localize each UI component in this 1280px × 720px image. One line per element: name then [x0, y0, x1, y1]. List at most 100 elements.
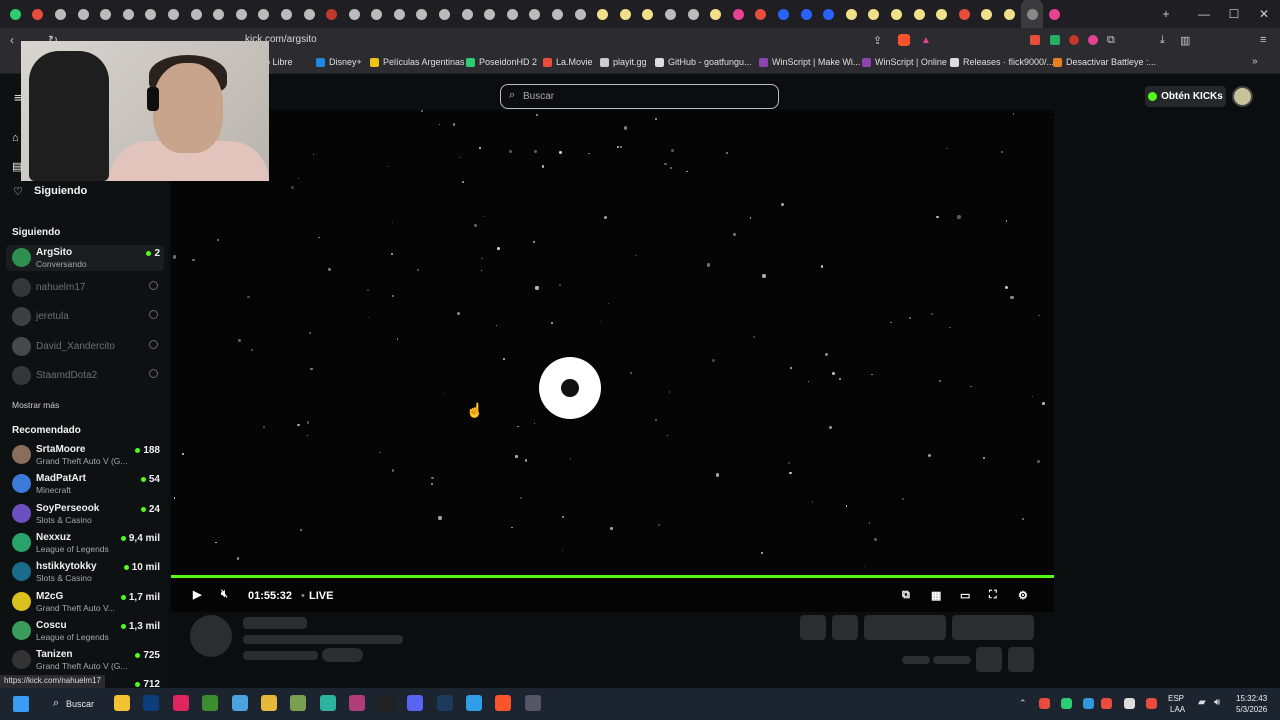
user-avatar[interactable] — [1232, 86, 1253, 107]
browser-tab[interactable] — [72, 0, 95, 28]
volume-icon[interactable]: 🔊︎ — [1214, 697, 1220, 708]
following-channel[interactable]: StaamdDota2 — [6, 363, 164, 389]
extension-icon[interactable] — [1050, 35, 1060, 45]
browser-tab[interactable] — [320, 0, 343, 28]
brave-icon[interactable] — [495, 695, 511, 711]
app-icon[interactable] — [349, 695, 365, 711]
browser-tab[interactable] — [207, 0, 230, 28]
browser-tab[interactable] — [411, 0, 434, 28]
brave-rewards-icon[interactable]: ▲ — [921, 35, 931, 46]
menu-icon[interactable]: ≡ — [1260, 34, 1266, 46]
bookmark-item[interactable]: Releases · flick9000/... — [950, 57, 1054, 67]
app-icon[interactable] — [261, 695, 277, 711]
browser-tab[interactable] — [117, 0, 140, 28]
browser-tab[interactable] — [795, 0, 818, 28]
app-icon[interactable] — [320, 695, 336, 711]
minimize-button[interactable]: — — [1188, 0, 1220, 28]
bookmark-item[interactable]: Disney+ — [316, 57, 362, 67]
bookmark-item[interactable]: La.Movie — [543, 57, 593, 67]
browser-tab[interactable] — [817, 0, 840, 28]
browser-tab[interactable] — [1043, 0, 1066, 28]
new-tab-button[interactable]: + — [1150, 0, 1182, 28]
tray-icon[interactable] — [1101, 698, 1112, 709]
recommended-channel[interactable]: SrtaMoore Grand Theft Auto V (G... 188 — [6, 442, 164, 468]
back-icon[interactable]: ‹ — [10, 33, 14, 47]
browser-tab[interactable] — [885, 0, 908, 28]
browser-tab[interactable] — [501, 0, 524, 28]
sidebar-toggle-icon[interactable]: ▥ — [1180, 34, 1190, 47]
bookmark-item[interactable]: Películas Argentinas — [370, 57, 465, 67]
browser-tab[interactable] — [976, 0, 999, 28]
tray-icon[interactable] — [1039, 698, 1050, 709]
bookmark-item[interactable]: playit.gg — [600, 57, 647, 67]
browser-tab[interactable] — [478, 0, 501, 28]
browser-tab[interactable] — [49, 0, 72, 28]
bookmark-item[interactable]: WinScript | Make Wi... — [759, 57, 860, 67]
download-icon[interactable]: ⤓ — [1160, 34, 1165, 47]
following-channel[interactable]: ArgSito Conversando 2 — [6, 245, 164, 271]
get-kicks-button[interactable]: Obtén KICKs — [1145, 86, 1226, 107]
extension-icon[interactable] — [1030, 35, 1040, 45]
steam-icon[interactable] — [437, 695, 453, 711]
recommended-channel[interactable]: M2cG Grand Theft Auto V... 1,7 mil — [6, 589, 164, 615]
recommended-channel[interactable]: hstikkytokky Slots & Casino 10 mil — [6, 559, 164, 585]
brave-shields-icon[interactable] — [898, 34, 910, 46]
recommended-channel[interactable]: Tanizen Grand Theft Auto V (G... 725 — [6, 647, 164, 673]
browser-tab[interactable] — [343, 0, 366, 28]
bookmark-item[interactable]: Desactivar Battleye :... — [1053, 57, 1156, 67]
browser-tab[interactable] — [704, 0, 727, 28]
minecraft-icon[interactable] — [202, 695, 218, 711]
browser-tab[interactable] — [930, 0, 953, 28]
browser-tab[interactable] — [591, 0, 614, 28]
tray-overflow-icon[interactable]: ⌃ — [1019, 698, 1027, 709]
active-tab[interactable] — [1020, 0, 1044, 28]
browser-tab[interactable] — [433, 0, 456, 28]
discord-icon[interactable] — [407, 695, 423, 711]
share-icon[interactable]: ⇪ — [873, 34, 882, 47]
recommended-channel[interactable]: MadPatArt Minecraft 54 — [6, 471, 164, 497]
browser-tab[interactable] — [953, 0, 976, 28]
windows-start-icon[interactable] — [13, 696, 29, 712]
browser-tab[interactable] — [524, 0, 547, 28]
settings-gear-icon[interactable]: ⚙ — [1018, 589, 1028, 602]
extension-icon[interactable] — [1088, 35, 1098, 45]
browser-tab[interactable] — [750, 0, 773, 28]
following-channel[interactable]: jeretula — [6, 304, 164, 330]
app-icon[interactable] — [232, 695, 248, 711]
browser-tab[interactable] — [27, 0, 50, 28]
browser-tab[interactable] — [637, 0, 660, 28]
pip-icon[interactable]: ⧉ — [902, 589, 910, 602]
recommended-channel[interactable]: Nexxuz League of Legends 9,4 mil — [6, 530, 164, 556]
app-icon[interactable] — [173, 695, 189, 711]
clip-icon[interactable]: ▦ — [931, 589, 941, 602]
browser-tab[interactable] — [275, 0, 298, 28]
browser-tab[interactable] — [366, 0, 389, 28]
browser-tab[interactable] — [659, 0, 682, 28]
bookmark-item[interactable]: PoseidonHD 2 — [466, 57, 537, 67]
browser-tab[interactable] — [863, 0, 886, 28]
tray-icon[interactable] — [1083, 698, 1094, 709]
browser-tab[interactable] — [185, 0, 208, 28]
maximize-button[interactable]: ☐ — [1218, 0, 1250, 28]
app-icon[interactable] — [525, 695, 541, 711]
theater-mode-icon[interactable]: ▭ — [960, 589, 970, 602]
browser-tab[interactable] — [682, 0, 705, 28]
bookmark-item[interactable]: GitHub - goatfungu... — [655, 57, 752, 67]
bookmarks-overflow-icon[interactable]: » — [1252, 56, 1258, 67]
browser-tab[interactable] — [772, 0, 795, 28]
browser-tab[interactable] — [614, 0, 637, 28]
video-player[interactable] — [171, 110, 1054, 576]
file-explorer-icon[interactable] — [114, 695, 130, 711]
following-channel[interactable]: nahuelm17 — [6, 275, 164, 301]
clock-date[interactable]: 5/3/2026 — [1236, 705, 1267, 714]
browser-tab[interactable] — [546, 0, 569, 28]
recommended-channel[interactable]: SoyPerseook Slots & Casino 24 — [6, 501, 164, 527]
photoshop-icon[interactable] — [143, 695, 159, 711]
browser-tab[interactable] — [388, 0, 411, 28]
taskbar-search-label[interactable]: Buscar — [66, 699, 94, 709]
browser-tab[interactable] — [456, 0, 479, 28]
browser-tab[interactable] — [840, 0, 863, 28]
puzzle-icon[interactable]: ⧉ — [1107, 34, 1115, 47]
app-icon[interactable] — [290, 695, 306, 711]
following-channel[interactable]: David_Xandercito — [6, 334, 164, 360]
